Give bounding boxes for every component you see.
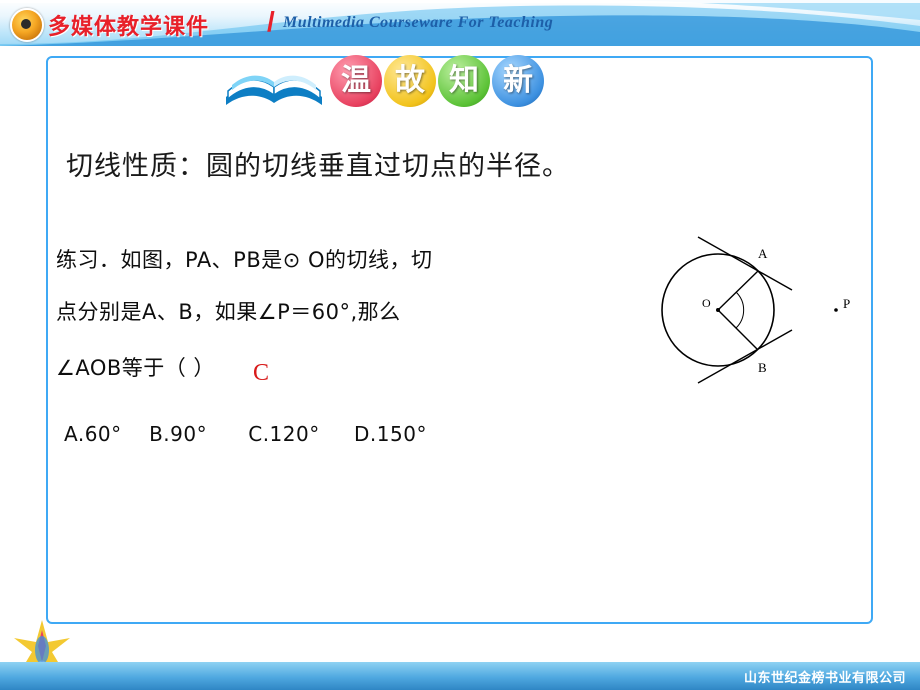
title-char-1: 故: [384, 55, 436, 107]
title-char-0: 温: [330, 55, 382, 107]
exercise-line-1: 练习．如图，PA、PB是⊙ O的切线，切: [56, 248, 433, 272]
exercise-line-2: 点分别是A、B，如果∠P＝60°,那么: [56, 300, 401, 324]
banner-title-cn: 多媒体教学课件: [48, 15, 210, 40]
radius-ob: [717, 309, 759, 351]
slide-title-group: 温 故 知 新: [222, 55, 582, 110]
orange-eye-logo-icon: [10, 8, 44, 42]
radius-oa: [717, 270, 759, 311]
figure-label-p: P: [843, 296, 850, 311]
open-book-icon: [226, 75, 322, 105]
exercise-line-3: ∠AOB等于（ ）: [56, 356, 215, 380]
answer-choice-marker: C: [253, 360, 270, 386]
banner-title-en: Multimedia Courseware For Teaching: [283, 14, 554, 31]
footer-company-text: 山东世纪金榜书业有限公司: [743, 671, 906, 686]
geometry-figure-circle-tangents: A B O P: [661, 236, 850, 384]
angle-arc-aob: [735, 291, 745, 329]
figure-label-a: A: [758, 246, 768, 261]
point-p: [834, 308, 838, 312]
tangent-property-statement: 切线性质：圆的切线垂直过切点的半径。: [66, 151, 570, 182]
banner-slash-divider: /: [267, 6, 275, 37]
title-char-2: 知: [438, 55, 490, 107]
figure-label-b: B: [758, 360, 767, 375]
title-char-3: 新: [492, 55, 544, 107]
top-banner: 多媒体教学课件 / Multimedia Courseware For Teac…: [0, 0, 920, 46]
figure-label-o: O: [702, 296, 711, 310]
exercise-options-line: A.60° B.90° C.120° D.150°: [64, 422, 427, 446]
tangent-line-through-a: [697, 236, 793, 291]
